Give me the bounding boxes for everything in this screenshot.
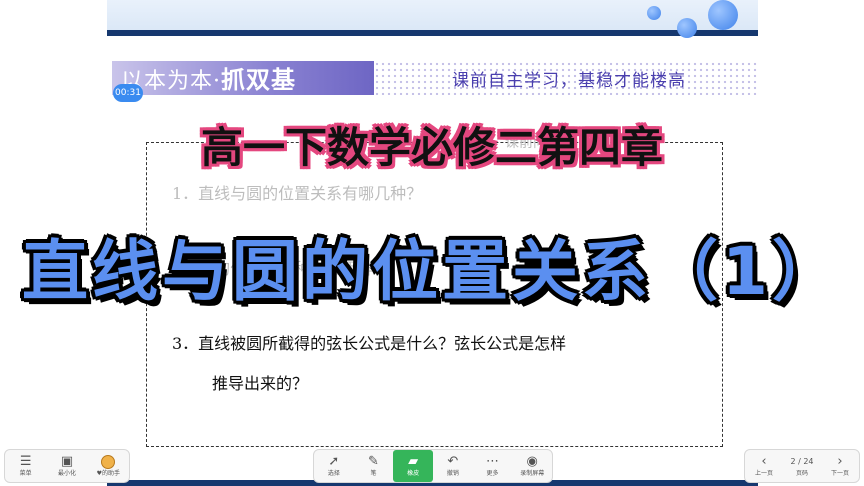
eraser-icon: ▰ xyxy=(408,453,419,469)
prev-page-label: 上一页 xyxy=(754,469,773,477)
pen-label: 笔 xyxy=(370,469,377,477)
timer-badge[interactable]: 00:31 xyxy=(113,84,143,102)
next-page-label: 下一页 xyxy=(830,469,849,477)
record-screen-button[interactable]: ◉ 录制屏幕 xyxy=(512,450,552,482)
minimize-window-icon: ▣ xyxy=(60,453,74,469)
question-3-line-2: 推导出来的？ xyxy=(212,374,309,393)
assistant-avatar-icon xyxy=(101,454,116,470)
menu-button[interactable]: ☰ 菜单 xyxy=(5,450,46,482)
question-3-line-1: 3．直线被圆所截得的弦长公式是什么？弦长公式是怎样 xyxy=(172,334,567,353)
undo-label: 撤销 xyxy=(446,469,459,477)
menu-label: 菜单 xyxy=(19,469,32,477)
decor-bubble xyxy=(677,18,697,38)
chevron-left-icon: ‹ xyxy=(761,453,767,469)
pen-icon: ✎ xyxy=(368,453,379,469)
overlay-chapter-title: 高一下数学必修二第四章 xyxy=(200,122,664,173)
chevron-right-icon: › xyxy=(837,453,843,469)
assistant-button[interactable]: ♥的助手 xyxy=(88,450,129,482)
section-title: 以本为本·抓双基 xyxy=(121,60,296,95)
decor-bubble xyxy=(708,0,738,30)
select-tool-button[interactable]: ➚ 选择 xyxy=(314,450,354,482)
assistant-label: ♥的助手 xyxy=(96,469,121,477)
decor-bubble xyxy=(647,6,661,20)
select-label: 选择 xyxy=(327,469,340,477)
eraser-label: 橡皮 xyxy=(407,469,420,477)
prev-page-button[interactable]: ‹ 上一页 xyxy=(745,450,783,482)
section-title-bold: 抓双基 xyxy=(221,66,296,94)
record-camera-icon: ◉ xyxy=(526,453,538,469)
minimize-button[interactable]: ▣ 最小化 xyxy=(46,450,87,482)
eraser-tool-button[interactable]: ▰ 橡皮 xyxy=(393,450,434,482)
page-indicator[interactable]: 2 / 24 页码 xyxy=(783,450,821,482)
toolbar-left: ☰ 菜单 ▣ 最小化 ♥的助手 xyxy=(4,449,130,483)
pen-tool-button[interactable]: ✎ 笔 xyxy=(354,450,394,482)
slide-top-line xyxy=(107,30,758,36)
page-label: 页码 xyxy=(795,469,808,477)
page-number: 2 / 24 xyxy=(790,456,814,466)
next-page-button[interactable]: › 下一页 xyxy=(821,450,859,482)
hamburger-icon: ☰ xyxy=(19,453,32,469)
more-dots-icon: ⋯ xyxy=(486,453,500,469)
screen: 以本为本·抓双基 课前自主学习，基稳才能楼高 00:31 课前问题 1．直线与圆… xyxy=(0,0,864,486)
toolbar-center: ➚ 选择 ✎ 笔 ▰ 橡皮 ↶ 撤销 ⋯ 更多 ◉ 录制屏幕 xyxy=(313,449,553,483)
question-1: 1．直线与圆的位置关系有哪几种？ xyxy=(172,184,423,203)
record-label: 录制屏幕 xyxy=(520,469,545,477)
toolbar-right: ‹ 上一页 2 / 24 页码 › 下一页 xyxy=(744,449,860,483)
more-label: 更多 xyxy=(486,469,499,477)
undo-arrow-icon: ↶ xyxy=(447,453,459,469)
cursor-arrow-icon: ➚ xyxy=(328,453,340,469)
overlay-lesson-title: 直线与圆的位置关系（1） xyxy=(22,233,842,310)
section-subtitle: 课前自主学习，基稳才能楼高 xyxy=(452,71,686,91)
more-button[interactable]: ⋯ 更多 xyxy=(473,450,513,482)
minimize-label: 最小化 xyxy=(57,469,76,477)
undo-button[interactable]: ↶ 撤销 xyxy=(433,450,473,482)
